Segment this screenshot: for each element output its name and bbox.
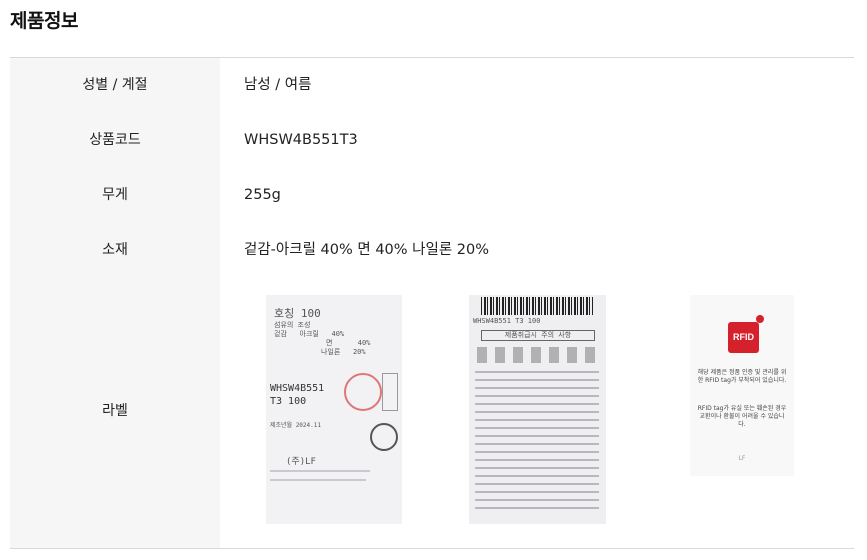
spec-value: 255g (244, 187, 281, 203)
text-line (270, 479, 366, 481)
spec-row-product-code: 상품코드 WHSW4B551T3 (10, 113, 854, 168)
rfid-info-card: RFID 해당 제품은 정품 인증 및 관리를 위한 RFID tag가 부착되… (690, 295, 794, 476)
size-text: 호칭 100 (274, 307, 321, 320)
spec-label-label: 라벨 (102, 403, 128, 419)
composition-line: 나일론 20% (321, 348, 366, 356)
spec-row-weight: 무게 255g (10, 168, 854, 223)
maker-text: (주)LF (286, 457, 316, 467)
composition-heading: 섬유의 조성 (274, 321, 311, 329)
barcode (481, 297, 593, 315)
text-line (270, 470, 370, 472)
spec-value: 남성 / 여름 (244, 77, 312, 93)
spec-row-gender-season: 성별 / 계절 남성 / 여름 (10, 58, 854, 113)
spec-label: 무게 (102, 187, 128, 203)
care-title: 제품취급시 주의 사항 (481, 330, 595, 341)
spec-value: 겉감-아크릴 40% 면 40% 나일론 20% (244, 242, 490, 258)
spec-value: WHSW4B551T3 (244, 132, 358, 148)
brand-logo: LF (738, 455, 746, 462)
code-text-2: T3 100 (270, 396, 307, 407)
code-text: WHSW4B551 (270, 383, 325, 394)
spec-label: 성별 / 계절 (82, 77, 148, 93)
care-instructions-text (475, 371, 599, 515)
spec-row-material: 소재 겉감-아크릴 40% 면 40% 나일론 20% (10, 223, 854, 278)
round-seal (370, 423, 398, 451)
spec-label: 소재 (102, 242, 128, 258)
care-label-image-2: WHSW4B551 T3 100 제품취급시 주의 사항 (469, 295, 606, 524)
care-symbols (477, 347, 597, 363)
made-text: 제조년월 2024.11 (270, 422, 321, 429)
rfid-badge-icon: RFID (728, 322, 759, 353)
composition-line: 면 40% (326, 339, 371, 347)
section-title: 제품정보 (10, 10, 78, 32)
stamp-seal (344, 373, 382, 411)
composition-line: 겉감 아크릴 40% (274, 330, 345, 338)
care-label-image-1: 호칭 100 섬유의 조성 겉감 아크릴 40% 면 40% 나일론 20% W… (266, 295, 402, 524)
code-text: WHSW4B551 T3 100 (473, 317, 541, 325)
wave-icon (756, 315, 764, 323)
rfid-text-2: RFID tag가 유실 또는 훼손된 경우 교환이나 환불이 어려울 수 있습… (697, 405, 787, 428)
rfid-text-1: 해당 제품은 정품 인증 및 관리를 위한 RFID tag가 부착되어 있습니… (697, 369, 787, 384)
divider (10, 548, 854, 549)
stamp-box (382, 373, 398, 411)
spec-label: 상품코드 (89, 132, 141, 148)
